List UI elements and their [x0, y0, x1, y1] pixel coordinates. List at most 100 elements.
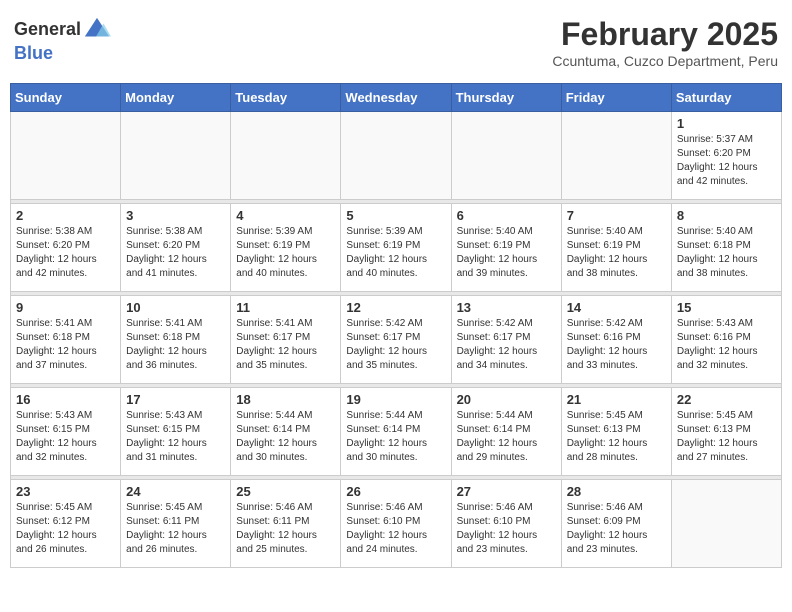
calendar-day-cell: [671, 480, 781, 568]
calendar-day-cell: 9 Sunrise: 5:41 AM Sunset: 6:18 PM Daylig…: [11, 296, 121, 384]
month-year-title: February 2025: [552, 16, 778, 53]
day-info: Sunrise: 5:40 AM Sunset: 6:19 PM Dayligh…: [457, 225, 556, 281]
day-info: Sunrise: 5:37 AM Sunset: 6:20 PM Dayligh…: [677, 133, 776, 189]
calendar-day-cell: 24 Sunrise: 5:45 AM Sunset: 6:11 PM Dayli…: [121, 480, 231, 568]
day-info: Sunrise: 5:38 AM Sunset: 6:20 PM Dayligh…: [16, 225, 115, 281]
day-info: Sunrise: 5:46 AM Sunset: 6:09 PM Dayligh…: [567, 501, 666, 557]
day-info: Sunrise: 5:44 AM Sunset: 6:14 PM Dayligh…: [236, 409, 335, 465]
calendar-day-cell: 22Sunrise: 5:45 AM Sunset: 6:13 PM Dayli…: [671, 388, 781, 476]
day-number: 25: [236, 484, 335, 499]
day-info: Sunrise: 5:40 AM Sunset: 6:19 PM Dayligh…: [567, 225, 666, 281]
calendar-day-cell: 5 Sunrise: 5:39 AM Sunset: 6:19 PM Daylig…: [341, 204, 451, 292]
weekday-header-monday: Monday: [121, 84, 231, 112]
day-info: Sunrise: 5:41 AM Sunset: 6:17 PM Dayligh…: [236, 317, 335, 373]
day-info: Sunrise: 5:46 AM Sunset: 6:10 PM Dayligh…: [457, 501, 556, 557]
calendar-day-cell: 14Sunrise: 5:42 AM Sunset: 6:16 PM Dayli…: [561, 296, 671, 384]
day-info: Sunrise: 5:45 AM Sunset: 6:11 PM Dayligh…: [126, 501, 225, 557]
calendar-day-cell: 10Sunrise: 5:41 AM Sunset: 6:18 PM Dayli…: [121, 296, 231, 384]
calendar-day-cell: [11, 112, 121, 200]
calendar-day-cell: 26Sunrise: 5:46 AM Sunset: 6:10 PM Dayli…: [341, 480, 451, 568]
day-number: 11: [236, 300, 335, 315]
logo: General Blue: [14, 16, 113, 64]
calendar-day-cell: 28 Sunrise: 5:46 AM Sunset: 6:09 PM Dayli…: [561, 480, 671, 568]
calendar-day-cell: 16 Sunrise: 5:43 AM Sunset: 6:15 PM Dayli…: [11, 388, 121, 476]
day-number: 18: [236, 392, 335, 407]
day-number: 4: [236, 208, 335, 223]
calendar-day-cell: 2 Sunrise: 5:38 AM Sunset: 6:20 PM Daylig…: [11, 204, 121, 292]
day-info: Sunrise: 5:39 AM Sunset: 6:19 PM Dayligh…: [346, 225, 445, 281]
day-number: 28: [567, 484, 666, 499]
day-info: Sunrise: 5:41 AM Sunset: 6:18 PM Dayligh…: [126, 317, 225, 373]
day-number: 21: [567, 392, 666, 407]
day-number: 7: [567, 208, 666, 223]
calendar-day-cell: 25 Sunrise: 5:46 AM Sunset: 6:11 PM Dayli…: [231, 480, 341, 568]
day-number: 27: [457, 484, 556, 499]
calendar-week-4: 16 Sunrise: 5:43 AM Sunset: 6:15 PM Dayli…: [11, 388, 782, 476]
location-subtitle: Ccuntuma, Cuzco Department, Peru: [552, 53, 778, 69]
day-info: Sunrise: 5:43 AM Sunset: 6:16 PM Dayligh…: [677, 317, 776, 373]
day-info: Sunrise: 5:43 AM Sunset: 6:15 PM Dayligh…: [16, 409, 115, 465]
day-info: Sunrise: 5:38 AM Sunset: 6:20 PM Dayligh…: [126, 225, 225, 281]
day-number: 1: [677, 116, 776, 131]
weekday-header-saturday: Saturday: [671, 84, 781, 112]
day-number: 23: [16, 484, 115, 499]
day-info: Sunrise: 5:44 AM Sunset: 6:14 PM Dayligh…: [457, 409, 556, 465]
day-info: Sunrise: 5:39 AM Sunset: 6:19 PM Dayligh…: [236, 225, 335, 281]
day-number: 8: [677, 208, 776, 223]
calendar-week-3: 9 Sunrise: 5:41 AM Sunset: 6:18 PM Daylig…: [11, 296, 782, 384]
day-number: 16: [16, 392, 115, 407]
calendar-day-cell: 19 Sunrise: 5:44 AM Sunset: 6:14 PM Dayli…: [341, 388, 451, 476]
day-number: 24: [126, 484, 225, 499]
calendar-day-cell: [451, 112, 561, 200]
weekday-header-row: SundayMondayTuesdayWednesdayThursdayFrid…: [11, 84, 782, 112]
calendar-day-cell: 3 Sunrise: 5:38 AM Sunset: 6:20 PM Daylig…: [121, 204, 231, 292]
day-number: 2: [16, 208, 115, 223]
day-info: Sunrise: 5:46 AM Sunset: 6:10 PM Dayligh…: [346, 501, 445, 557]
calendar-day-cell: 21 Sunrise: 5:45 AM Sunset: 6:13 PM Dayli…: [561, 388, 671, 476]
weekday-header-thursday: Thursday: [451, 84, 561, 112]
calendar-day-cell: 12 Sunrise: 5:42 AM Sunset: 6:17 PM Dayli…: [341, 296, 451, 384]
day-number: 14: [567, 300, 666, 315]
calendar-day-cell: 18 Sunrise: 5:44 AM Sunset: 6:14 PM Dayli…: [231, 388, 341, 476]
calendar-day-cell: [231, 112, 341, 200]
day-info: Sunrise: 5:46 AM Sunset: 6:11 PM Dayligh…: [236, 501, 335, 557]
title-section: February 2025 Ccuntuma, Cuzco Department…: [552, 16, 778, 69]
day-number: 9: [16, 300, 115, 315]
calendar-week-2: 2 Sunrise: 5:38 AM Sunset: 6:20 PM Daylig…: [11, 204, 782, 292]
calendar-day-cell: 13 Sunrise: 5:42 AM Sunset: 6:17 PM Dayli…: [451, 296, 561, 384]
day-info: Sunrise: 5:41 AM Sunset: 6:18 PM Dayligh…: [16, 317, 115, 373]
day-info: Sunrise: 5:45 AM Sunset: 6:13 PM Dayligh…: [567, 409, 666, 465]
logo-general: General: [14, 19, 81, 39]
weekday-header-tuesday: Tuesday: [231, 84, 341, 112]
day-number: 12: [346, 300, 445, 315]
day-info: Sunrise: 5:42 AM Sunset: 6:17 PM Dayligh…: [457, 317, 556, 373]
day-info: Sunrise: 5:45 AM Sunset: 6:12 PM Dayligh…: [16, 501, 115, 557]
calendar-day-cell: 17Sunrise: 5:43 AM Sunset: 6:15 PM Dayli…: [121, 388, 231, 476]
weekday-header-friday: Friday: [561, 84, 671, 112]
calendar-day-cell: [341, 112, 451, 200]
logo-blue: Blue: [14, 43, 53, 63]
day-number: 13: [457, 300, 556, 315]
calendar-day-cell: 7 Sunrise: 5:40 AM Sunset: 6:19 PM Daylig…: [561, 204, 671, 292]
day-number: 22: [677, 392, 776, 407]
day-number: 19: [346, 392, 445, 407]
day-number: 3: [126, 208, 225, 223]
day-number: 6: [457, 208, 556, 223]
weekday-header-sunday: Sunday: [11, 84, 121, 112]
day-info: Sunrise: 5:42 AM Sunset: 6:17 PM Dayligh…: [346, 317, 445, 373]
calendar-day-cell: 6 Sunrise: 5:40 AM Sunset: 6:19 PM Daylig…: [451, 204, 561, 292]
weekday-header-wednesday: Wednesday: [341, 84, 451, 112]
calendar-day-cell: [561, 112, 671, 200]
calendar-week-1: 1 Sunrise: 5:37 AM Sunset: 6:20 PM Daylig…: [11, 112, 782, 200]
calendar-day-cell: 1 Sunrise: 5:37 AM Sunset: 6:20 PM Daylig…: [671, 112, 781, 200]
day-number: 5: [346, 208, 445, 223]
calendar-day-cell: 23 Sunrise: 5:45 AM Sunset: 6:12 PM Dayli…: [11, 480, 121, 568]
calendar-table: SundayMondayTuesdayWednesdayThursdayFrid…: [10, 83, 782, 568]
day-number: 15: [677, 300, 776, 315]
day-info: Sunrise: 5:44 AM Sunset: 6:14 PM Dayligh…: [346, 409, 445, 465]
calendar-day-cell: 27 Sunrise: 5:46 AM Sunset: 6:10 PM Dayli…: [451, 480, 561, 568]
calendar-day-cell: 15 Sunrise: 5:43 AM Sunset: 6:16 PM Dayli…: [671, 296, 781, 384]
calendar-day-cell: 20 Sunrise: 5:44 AM Sunset: 6:14 PM Dayli…: [451, 388, 561, 476]
calendar-day-cell: 8Sunrise: 5:40 AM Sunset: 6:18 PM Daylig…: [671, 204, 781, 292]
day-number: 20: [457, 392, 556, 407]
